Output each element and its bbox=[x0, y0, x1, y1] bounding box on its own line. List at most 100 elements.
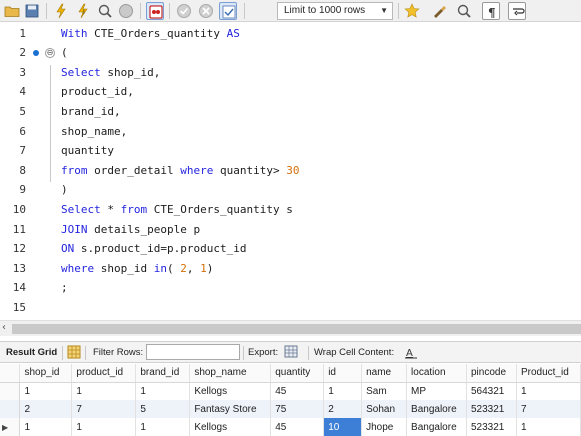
code-line[interactable]: 14; bbox=[0, 278, 581, 298]
code-line[interactable]: 3 Select shop_id, bbox=[0, 63, 581, 83]
code-line[interactable]: 9) bbox=[0, 180, 581, 200]
code-line[interactable]: 8 from order_detail where quantity> 30 bbox=[0, 161, 581, 181]
invisible-chars-icon[interactable]: ¶ bbox=[482, 2, 500, 20]
scrollbar-thumb[interactable] bbox=[12, 324, 581, 334]
sql-number: 30 bbox=[286, 163, 300, 177]
table-cell[interactable]: Fantasy Store bbox=[189, 400, 272, 418]
stop-icon[interactable] bbox=[117, 2, 135, 20]
result-grid-tab[interactable]: Result Grid bbox=[6, 347, 57, 358]
editor-horizontal-scrollbar[interactable]: ‹ bbox=[0, 320, 581, 336]
column-header[interactable]: name bbox=[361, 364, 408, 383]
table-row[interactable]: 2 7 5 Fantasy Store 75 2 Sohan Bangalore 523321 7 bbox=[0, 400, 581, 418]
table-cell[interactable]: 1 bbox=[19, 382, 73, 400]
table-cell[interactable]: 5 bbox=[135, 400, 191, 418]
line-number: 4 bbox=[19, 85, 26, 99]
code-text: Select shop_id, bbox=[61, 63, 160, 83]
limit-rows-select[interactable]: Limit to 1000 rows ▼ bbox=[277, 2, 393, 20]
table-cell[interactable]: 564321 bbox=[466, 382, 517, 400]
table-cell[interactable]: 7 bbox=[516, 400, 581, 418]
explain-icon[interactable] bbox=[96, 2, 114, 20]
toggle-error-icon[interactable] bbox=[146, 2, 164, 20]
table-cell[interactable]: 1 bbox=[71, 382, 137, 400]
table-cell[interactable]: 523321 bbox=[466, 400, 517, 418]
code-line[interactable]: 4 product_id, bbox=[0, 82, 581, 102]
column-header[interactable]: shop_name bbox=[189, 364, 272, 383]
column-header[interactable]: Product_id bbox=[516, 364, 581, 383]
current-row-arrow-icon[interactable]: ▶ bbox=[0, 418, 21, 436]
commit-icon[interactable] bbox=[175, 2, 193, 20]
code-line[interactable]: 5 brand_id, bbox=[0, 102, 581, 122]
code-line[interactable]: 6 shop_name, bbox=[0, 122, 581, 142]
code-line[interactable]: 2( bbox=[0, 43, 581, 63]
column-header[interactable]: brand_id bbox=[135, 364, 191, 383]
table-cell[interactable]: 45 bbox=[270, 418, 325, 436]
table-cell[interactable]: 1 bbox=[516, 382, 581, 400]
table-cell[interactable]: Kellogs bbox=[189, 418, 272, 436]
code-text: ; bbox=[61, 278, 68, 298]
bookmark-star-icon[interactable] bbox=[403, 2, 421, 20]
code-text: With CTE_Orders_quantity AS bbox=[61, 24, 240, 44]
table-cell[interactable]: 2 bbox=[323, 400, 363, 418]
table-cell[interactable]: Sohan bbox=[361, 400, 408, 418]
table-cell[interactable]: 75 bbox=[270, 400, 325, 418]
table-cell[interactable]: Bangalore bbox=[406, 400, 467, 418]
row-header[interactable] bbox=[0, 382, 21, 400]
find-icon[interactable] bbox=[455, 2, 473, 20]
rollback-icon[interactable] bbox=[197, 2, 215, 20]
table-row[interactable]: ▶ 1 1 1 Kellogs 45 10 Jhope Bangalore 523321 1 bbox=[0, 418, 581, 436]
sql-keyword: AS bbox=[226, 26, 240, 40]
save-icon[interactable] bbox=[23, 2, 41, 20]
table-row[interactable]: 1 1 1 Kellogs 45 1 Sam MP 564321 1 bbox=[0, 382, 581, 400]
sql-editor[interactable]: ⊖ 1 With CTE_Orders_quantity AS 2(3 Select … bbox=[0, 22, 581, 320]
scroll-left-icon[interactable]: ‹ bbox=[2, 322, 6, 333]
table-cell[interactable]: Jhope bbox=[361, 418, 408, 436]
export-icon[interactable] bbox=[284, 345, 300, 362]
execute-icon[interactable] bbox=[52, 2, 70, 20]
limit-rows-label: Limit to 1000 rows bbox=[284, 5, 366, 16]
table-cell[interactable]: 1 bbox=[19, 418, 73, 436]
table-cell[interactable]: Sam bbox=[361, 382, 408, 400]
line-number: 14 bbox=[12, 281, 26, 295]
code-line[interactable]: 13 where shop_id in( 2, 1) bbox=[0, 259, 581, 279]
beautify-brush-icon[interactable] bbox=[430, 2, 448, 20]
sql-text: quantity> bbox=[213, 163, 287, 177]
column-header[interactable]: quantity bbox=[270, 364, 325, 383]
column-header[interactable]: id bbox=[323, 364, 363, 383]
code-line[interactable]: 12 ON s.product_id=p.product_id bbox=[0, 239, 581, 259]
table-cell[interactable]: 7 bbox=[71, 400, 137, 418]
table-cell[interactable]: 1 bbox=[135, 418, 191, 436]
code-line[interactable]: 1 With CTE_Orders_quantity AS bbox=[0, 24, 581, 44]
table-cell[interactable]: 10 bbox=[323, 418, 363, 436]
code-line[interactable]: 7 quantity bbox=[0, 141, 581, 161]
sql-text: ) bbox=[206, 261, 214, 275]
row-header[interactable] bbox=[0, 400, 21, 418]
execute-current-icon[interactable]: I bbox=[74, 2, 92, 20]
table-cell[interactable]: 1 bbox=[135, 382, 191, 400]
autocommit-icon[interactable] bbox=[219, 2, 237, 20]
code-text: brand_id, bbox=[61, 102, 121, 122]
export-label: Export: bbox=[248, 347, 279, 358]
table-cell[interactable]: 1 bbox=[516, 418, 581, 436]
table-cell[interactable]: Bangalore bbox=[406, 418, 467, 436]
line-number: 5 bbox=[19, 104, 26, 118]
column-header[interactable]: shop_id bbox=[19, 364, 73, 383]
code-line[interactable]: 10 Select * from CTE_Orders_quantity s bbox=[0, 200, 581, 220]
code-line[interactable]: 11 JOIN details_people p bbox=[0, 220, 581, 240]
code-line[interactable]: 15 bbox=[0, 298, 581, 318]
grid-corner bbox=[0, 364, 21, 383]
column-header[interactable]: product_id bbox=[71, 364, 137, 383]
sql-text: ( bbox=[61, 46, 68, 60]
open-folder-icon[interactable] bbox=[3, 2, 21, 20]
table-cell[interactable]: 1 bbox=[323, 382, 363, 400]
table-cell[interactable]: 1 bbox=[71, 418, 137, 436]
column-header[interactable]: pincode bbox=[466, 364, 517, 383]
wrap-cell-icon[interactable]: A bbox=[404, 345, 418, 362]
table-cell[interactable]: Kellogs bbox=[189, 382, 272, 400]
table-cell[interactable]: MP bbox=[406, 382, 467, 400]
filter-rows-input[interactable] bbox=[146, 344, 240, 360]
word-wrap-icon[interactable] bbox=[508, 2, 526, 20]
table-cell[interactable]: 2 bbox=[19, 400, 73, 418]
table-cell[interactable]: 45 bbox=[270, 382, 325, 400]
table-cell[interactable]: 523321 bbox=[466, 418, 517, 436]
column-header[interactable]: location bbox=[406, 364, 467, 383]
